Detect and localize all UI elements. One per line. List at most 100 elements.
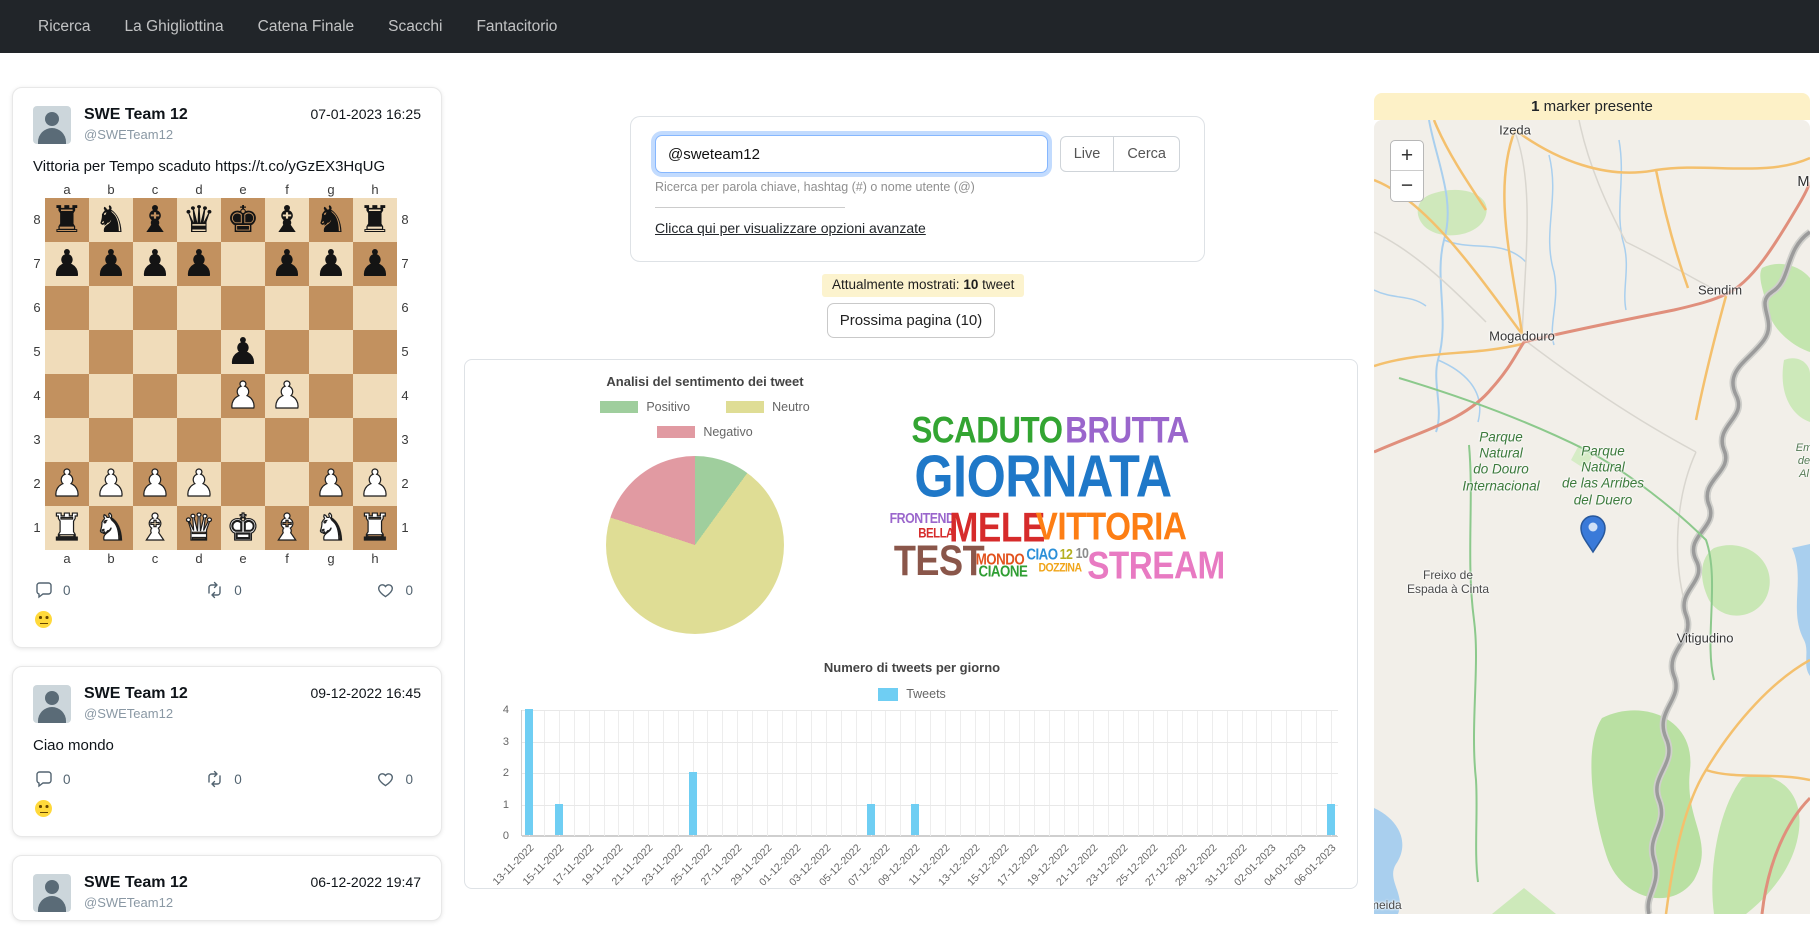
file-label: d [177,550,221,567]
wordcloud-word: GIORNATA [914,443,1171,511]
marker-count-label: marker presente [1539,98,1652,115]
chess-piece: ♟ [309,242,353,286]
navbar-item-scacchi[interactable]: Scacchi [388,18,442,36]
comment-icon [35,770,53,788]
bar-09-12-2022 [911,804,919,836]
chess-square [45,418,89,462]
chess-square [353,286,397,330]
navbar-item-la-ghigliottina[interactable]: La Ghigliottina [125,18,224,36]
retweet-icon [205,581,224,599]
retweet-button[interactable]: 0 [205,581,242,599]
comment-icon [35,581,53,599]
chess-square [89,374,133,418]
advanced-options-link[interactable]: Clicca qui per visualizzare opzioni avan… [655,220,926,236]
avatar [33,874,71,912]
chess-piece: ♞ [89,198,133,242]
chess-square [177,330,221,374]
tweet-timestamp: 06-12-2022 19:47 [310,874,421,890]
zoom-in-button[interactable]: + [1391,141,1423,171]
search-input[interactable] [655,135,1048,173]
navbar-item-catena-finale[interactable]: Catena Finale [258,18,355,36]
like-button[interactable]: 0 [376,770,413,788]
wordcloud-word: TEST [894,538,984,586]
y-axis-tick: 4 [469,704,509,716]
chess-square [353,330,397,374]
file-label: a [45,550,89,567]
navbar-item-ricerca[interactable]: Ricerca [38,18,91,36]
tweets-legend-swatch [878,688,898,701]
file-label: h [353,550,397,567]
sentiment-legend: PositivoNeutroNegativo [465,400,945,443]
neutral-face-emoji [35,800,52,817]
like-count: 0 [405,583,413,598]
chess-piece: ♟ [133,462,177,506]
chess-piece: ♝ [265,506,309,550]
wordcloud-word: 12 [1060,546,1073,563]
chess-square [177,374,221,418]
chess-square: ♟ [353,462,397,506]
chess-square: ♚ [221,198,265,242]
tweet-list: SWE Team 12 @SWETeam12 07-01-2023 16:25 … [12,87,442,939]
chess-square: ♟ [221,374,265,418]
chess-piece: ♝ [133,506,177,550]
reply-button[interactable]: 0 [35,770,71,788]
chess-piece: ♛ [177,198,221,242]
y-axis-tick: 1 [469,799,509,811]
chess-piece: ♟ [133,242,177,286]
file-label: h [353,181,397,198]
chess-square [221,462,265,506]
rank-label: 2 [29,462,45,506]
chess-square: ♟ [177,242,221,286]
y-axis-tick: 2 [469,767,509,779]
sentiment-pie-chart [606,456,784,634]
chess-piece: ♟ [309,462,353,506]
tweet-timestamp: 09-12-2022 16:45 [310,685,421,701]
chess-piece: ♜ [353,198,397,242]
chess-square [309,418,353,462]
chess-square [133,374,177,418]
search-panel: Live Cerca Ricerca per parola chiave, ha… [630,116,1205,262]
tweet-handle: @SWETeam12 [84,127,310,142]
next-page-button[interactable]: Prossima pagina (10) [827,303,995,338]
chess-piece: ♟ [45,242,89,286]
chess-square: ♟ [133,462,177,506]
tweet-author: SWE Team 12 [84,874,310,892]
like-button[interactable]: 0 [376,581,413,599]
chess-square [221,242,265,286]
chess-piece: ♟ [177,462,221,506]
rank-label: 1 [29,506,45,550]
chess-square: ♟ [89,242,133,286]
chess-piece: ♚ [221,198,265,242]
file-label: c [133,550,177,567]
chess-square: ♜ [45,198,89,242]
rank-label: 2 [397,462,413,506]
navbar-item-fantacitorio[interactable]: Fantacitorio [476,18,557,36]
chess-square: ♞ [309,198,353,242]
chess-piece: ♝ [265,198,309,242]
map-marker[interactable] [1581,516,1605,552]
wordcloud-word: CIAO [1026,545,1057,563]
chess-piece: ♟ [353,242,397,286]
search-button[interactable]: Cerca [1113,136,1180,172]
file-label: b [89,181,133,198]
y-axis-tick: 0 [469,830,509,842]
tweet-handle: @SWETeam12 [84,706,310,721]
tweet-card-3: SWE Team 12 @SWETeam12 06-12-2022 19:47 [12,855,442,921]
tweet-author: SWE Team 12 [84,106,310,124]
file-label: f [265,550,309,567]
chess-square: ♟ [177,462,221,506]
live-button[interactable]: Live [1060,136,1115,172]
chess-piece: ♟ [177,242,221,286]
bar-chart-title: Numero di tweets per giorno [465,660,1359,675]
chess-square: ♟ [221,330,265,374]
retweet-button[interactable]: 0 [205,770,242,788]
chess-square: ♛ [177,198,221,242]
map[interactable]: + − IzedaMiSendimMogadouroParque Natural… [1374,120,1810,914]
reply-button[interactable]: 0 [35,581,71,599]
file-label: g [309,181,353,198]
chess-square: ♞ [89,198,133,242]
zoom-out-button[interactable]: − [1391,171,1423,201]
retweet-count: 0 [234,772,242,787]
chess-square [221,418,265,462]
chess-square: ♟ [265,242,309,286]
